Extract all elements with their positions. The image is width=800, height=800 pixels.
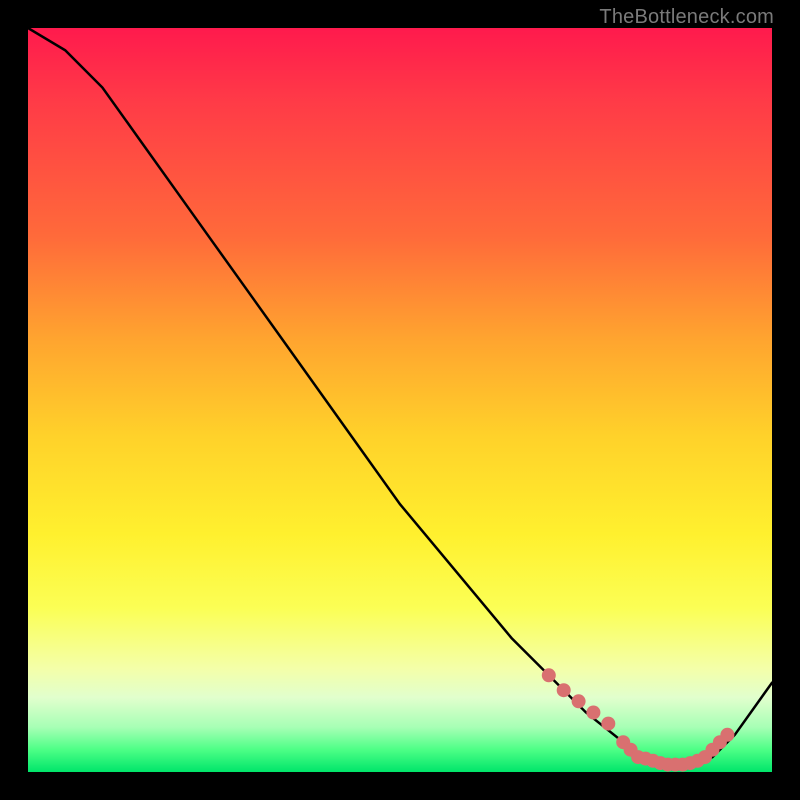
curve-svg [28,28,772,772]
highlight-markers [542,668,735,771]
marker-dot [586,706,600,720]
attribution-label: TheBottleneck.com [599,6,774,29]
marker-dot [601,717,615,731]
marker-dot [557,683,571,697]
marker-dot [542,668,556,682]
marker-dot [720,728,734,742]
plot-area [28,28,772,772]
marker-dot [572,694,586,708]
bottleneck-curve [28,28,772,765]
chart-frame: TheBottleneck.com [0,0,800,800]
